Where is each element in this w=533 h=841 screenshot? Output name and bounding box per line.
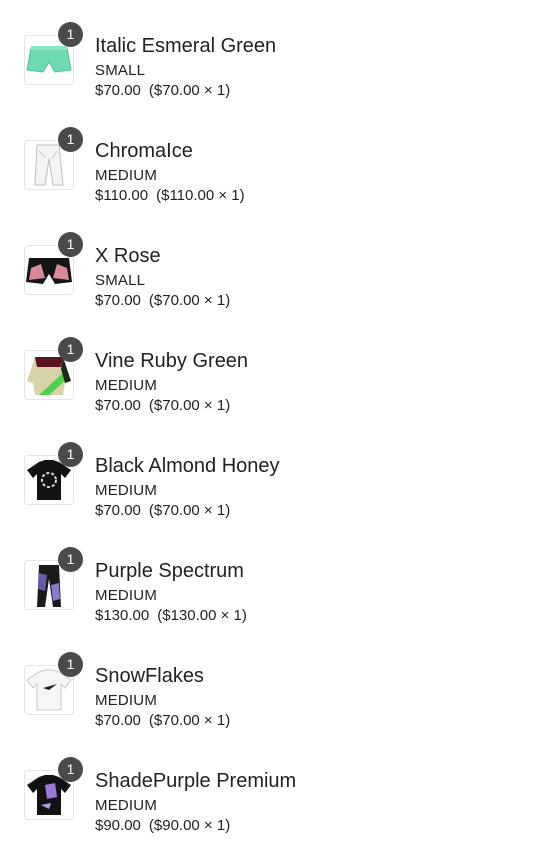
- cart-item: 1 Black Almond Honey MEDIUM $70.00 ($70.0…: [0, 420, 533, 520]
- cart-item: 1 Vine Ruby Green MEDIUM $70.00 ($70.00 ×…: [0, 315, 533, 415]
- product-variant: MEDIUM: [95, 167, 158, 184]
- product-name: Purple Spectrum: [95, 560, 244, 582]
- cart-item-list: 1 Italic Esmeral Green SMALL $70.00 ($70.…: [0, 0, 533, 841]
- unit-price: ($130.00 × 1): [157, 607, 247, 624]
- product-variant: MEDIUM: [95, 797, 158, 814]
- unit-price: ($70.00 × 1): [148, 397, 231, 414]
- product-variant: MEDIUM: [95, 377, 158, 394]
- cart-item: 1 X Rose SMALL $70.00 ($70.00 × 1): [0, 210, 533, 310]
- quantity-badge: 1: [58, 757, 83, 782]
- product-price: $70.00 ($70.00 × 1): [95, 712, 230, 729]
- line-total: $70.00: [95, 397, 141, 414]
- line-total: $70.00: [95, 292, 141, 309]
- unit-price: ($110.00 × 1): [156, 187, 245, 204]
- unit-price: ($70.00 × 1): [148, 82, 231, 99]
- product-price: $70.00 ($70.00 × 1): [95, 502, 230, 519]
- product-name: X Rose: [95, 245, 161, 267]
- line-total: $130.00: [95, 607, 150, 624]
- cart-item: 1 ShadePurple Premium MEDIUM $90.00 ($90.…: [0, 735, 533, 835]
- unit-price: ($70.00 × 1): [148, 712, 231, 729]
- product-price: $70.00 ($70.00 × 1): [95, 292, 230, 309]
- quantity-badge: 1: [58, 127, 83, 152]
- product-variant: SMALL: [95, 62, 146, 79]
- cart-item: 1 Purple Spectrum MEDIUM $130.00 ($130.00…: [0, 525, 533, 625]
- product-name: Black Almond Honey: [95, 455, 280, 477]
- unit-price: ($90.00 × 1): [148, 817, 231, 834]
- cart-item: 1 Italic Esmeral Green SMALL $70.00 ($70.…: [0, 0, 533, 100]
- line-total: $70.00: [95, 712, 141, 729]
- line-total: $90.00: [95, 817, 141, 834]
- product-price: $130.00 ($130.00 × 1): [95, 607, 247, 624]
- product-variant: MEDIUM: [95, 692, 158, 709]
- product-name: Vine Ruby Green: [95, 350, 249, 372]
- product-name: ShadePurple Premium: [95, 770, 297, 792]
- product-price: $90.00 ($90.00 × 1): [95, 817, 230, 834]
- product-price: $110.00 ($110.00 × 1): [95, 187, 245, 204]
- line-total: $70.00: [95, 502, 141, 519]
- product-price: $70.00 ($70.00 × 1): [95, 397, 230, 414]
- product-name: ChromaIce: [95, 140, 193, 162]
- product-variant: MEDIUM: [95, 587, 158, 604]
- product-variant: MEDIUM: [95, 482, 158, 499]
- product-price: $70.00 ($70.00 × 1): [95, 82, 230, 99]
- line-total: $110.00: [95, 187, 149, 204]
- quantity-badge: 1: [58, 652, 83, 677]
- product-name: SnowFlakes: [95, 665, 204, 687]
- unit-price: ($70.00 × 1): [148, 292, 231, 309]
- quantity-badge: 1: [58, 442, 83, 467]
- line-total: $70.00: [95, 82, 141, 99]
- product-name: Italic Esmeral Green: [95, 35, 277, 57]
- quantity-badge: 1: [58, 22, 83, 47]
- product-variant: SMALL: [95, 272, 146, 289]
- quantity-badge: 1: [58, 547, 83, 572]
- quantity-badge: 1: [58, 232, 83, 257]
- unit-price: ($70.00 × 1): [148, 502, 231, 519]
- quantity-badge: 1: [58, 337, 83, 362]
- cart-item: 1 ChromaIce MEDIUM $110.00 ($110.00 × 1): [0, 105, 533, 205]
- cart-item: 1 SnowFlakes MEDIUM $70.00 ($70.00 × 1): [0, 630, 533, 730]
